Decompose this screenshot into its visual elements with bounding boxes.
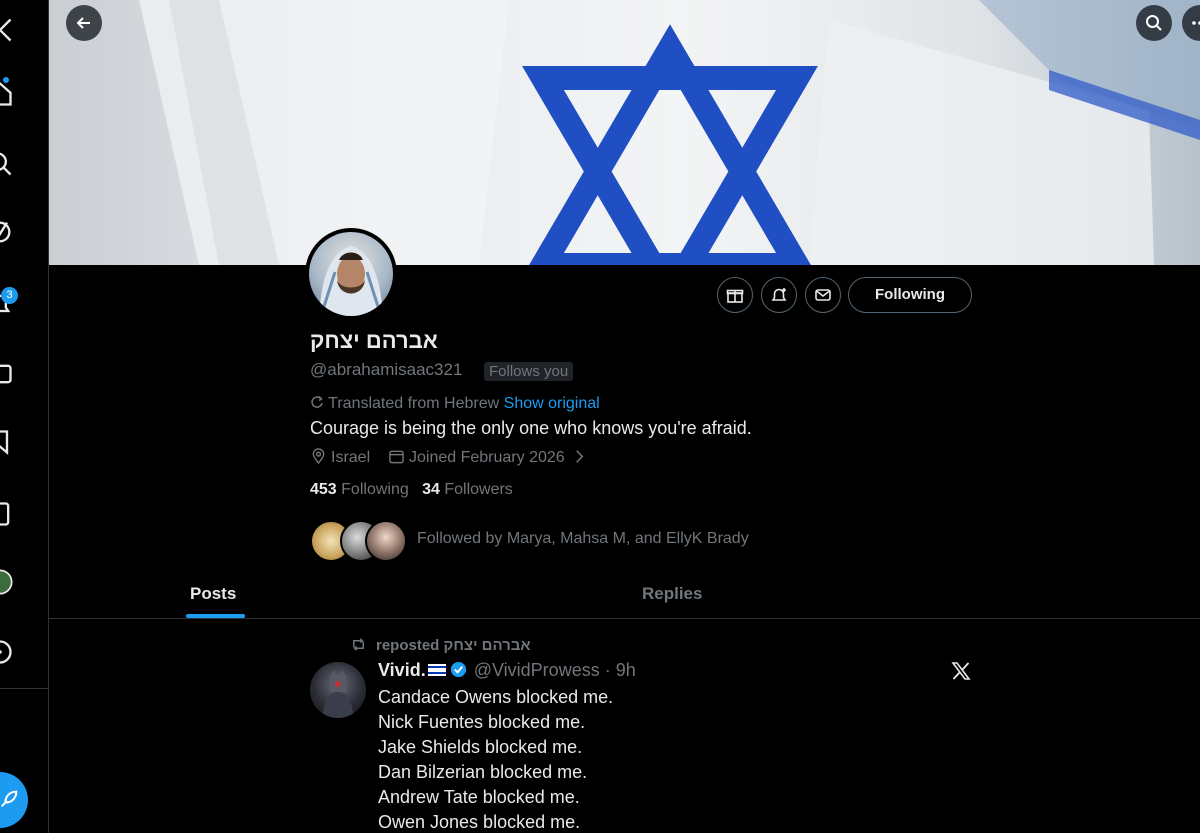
profile-avatar-icon[interactable] xyxy=(0,568,14,596)
envelope-icon xyxy=(815,289,831,301)
chevron-right-icon xyxy=(576,450,584,463)
notification-count-badge: 3 xyxy=(1,287,18,304)
grok-icon[interactable] xyxy=(0,218,14,246)
followed-by-avatars[interactable] xyxy=(310,520,410,562)
post-author-name[interactable]: Vivid. xyxy=(378,660,426,680)
translation-note: Translated from Hebrew Show original xyxy=(310,395,600,413)
verified-badge-icon xyxy=(450,661,466,678)
bookmarks-icon[interactable] xyxy=(0,428,14,456)
calendar-icon xyxy=(389,450,404,464)
gift-icon xyxy=(726,289,744,303)
x-logo-icon[interactable] xyxy=(0,16,14,44)
post-author-avatar[interactable] xyxy=(310,662,366,718)
post-text-line: Dan Bilzerian blocked me. xyxy=(378,762,588,782)
followers-count-link[interactable]: 34 Followers xyxy=(422,481,513,498)
notify-button[interactable] xyxy=(761,277,797,313)
post-author-handle[interactable]: @VividProwess xyxy=(474,660,600,680)
post-header: Vivid. @VividProwess · 9h xyxy=(378,660,636,681)
following-count-link[interactable]: 453 Following xyxy=(310,481,409,498)
show-original-link[interactable]: Show original xyxy=(504,395,600,412)
back-button[interactable] xyxy=(66,5,102,41)
display-name: אברהם יצחק xyxy=(310,328,438,353)
profile-avatar[interactable] xyxy=(305,228,397,320)
following-label: Following xyxy=(341,481,409,498)
post-text-line: Jake Shields blocked me. xyxy=(378,737,583,757)
profile-bio: Courage is being the only one who knows … xyxy=(310,418,752,438)
translated-label: Translated from Hebrew xyxy=(328,395,500,412)
arrow-left-icon xyxy=(76,17,90,29)
post-text-line: Owen Jones blocked me. xyxy=(378,812,581,832)
tab-replies[interactable]: Replies xyxy=(642,584,702,604)
israel-flag-icon xyxy=(427,664,446,676)
feather-icon xyxy=(0,790,18,808)
profile-handle: @abrahamisaac321 xyxy=(310,360,463,379)
tab-posts[interactable]: Posts xyxy=(190,584,236,604)
message-button[interactable] xyxy=(805,277,841,313)
home-icon[interactable] xyxy=(0,80,14,108)
lists-icon[interactable] xyxy=(0,500,14,528)
compose-post-button[interactable] xyxy=(0,772,28,828)
join-date-text: Joined February 2026 xyxy=(409,449,565,466)
join-date[interactable]: Joined February 2026 xyxy=(388,448,592,467)
more-options-icon[interactable] xyxy=(0,638,14,666)
location-text: Israel xyxy=(331,449,371,466)
search-profile-button[interactable] xyxy=(1136,5,1172,41)
followers-count: 34 xyxy=(422,481,440,498)
followed-by-text[interactable]: Followed by Marya, Mahsa M, and EllyK Br… xyxy=(417,530,749,548)
left-nav-rail: 3 xyxy=(0,0,49,833)
follower-avatar xyxy=(365,520,407,562)
translate-icon xyxy=(311,395,323,408)
following-count: 453 xyxy=(310,481,337,498)
messages-icon[interactable] xyxy=(0,360,14,388)
location: Israel xyxy=(310,448,370,467)
follows-you-badge: Follows you xyxy=(484,362,574,381)
flag-banner-image xyxy=(139,0,1200,265)
profile-banner xyxy=(49,0,1200,265)
post-text-line: Candace Owens blocked me. xyxy=(378,687,614,707)
search-icon xyxy=(1146,15,1162,31)
bell-plus-icon xyxy=(771,288,787,301)
post-time[interactable]: · 9h xyxy=(605,660,636,680)
tabs-divider xyxy=(49,618,1200,619)
more-horizontal-icon xyxy=(1192,21,1200,25)
post-text-line: Nick Fuentes blocked me. xyxy=(378,712,586,732)
repost-indicator: reposted אברהם יצחק xyxy=(350,636,531,654)
search-icon[interactable] xyxy=(0,150,14,178)
subscribe-gift-button[interactable] xyxy=(717,277,753,313)
rail-divider xyxy=(0,688,48,689)
followers-label: Followers xyxy=(444,481,513,498)
repost-label: reposted אברהם יצחק xyxy=(376,637,531,654)
post-text-line: Andrew Tate blocked me. xyxy=(378,787,580,807)
x-brand-icon xyxy=(951,662,971,680)
following-button[interactable]: Following xyxy=(848,277,972,313)
avatar-image xyxy=(309,232,393,316)
repost-icon xyxy=(353,638,364,651)
follow-counts: 453 Following 34 Followers xyxy=(310,481,513,499)
location-pin-icon xyxy=(312,448,325,465)
